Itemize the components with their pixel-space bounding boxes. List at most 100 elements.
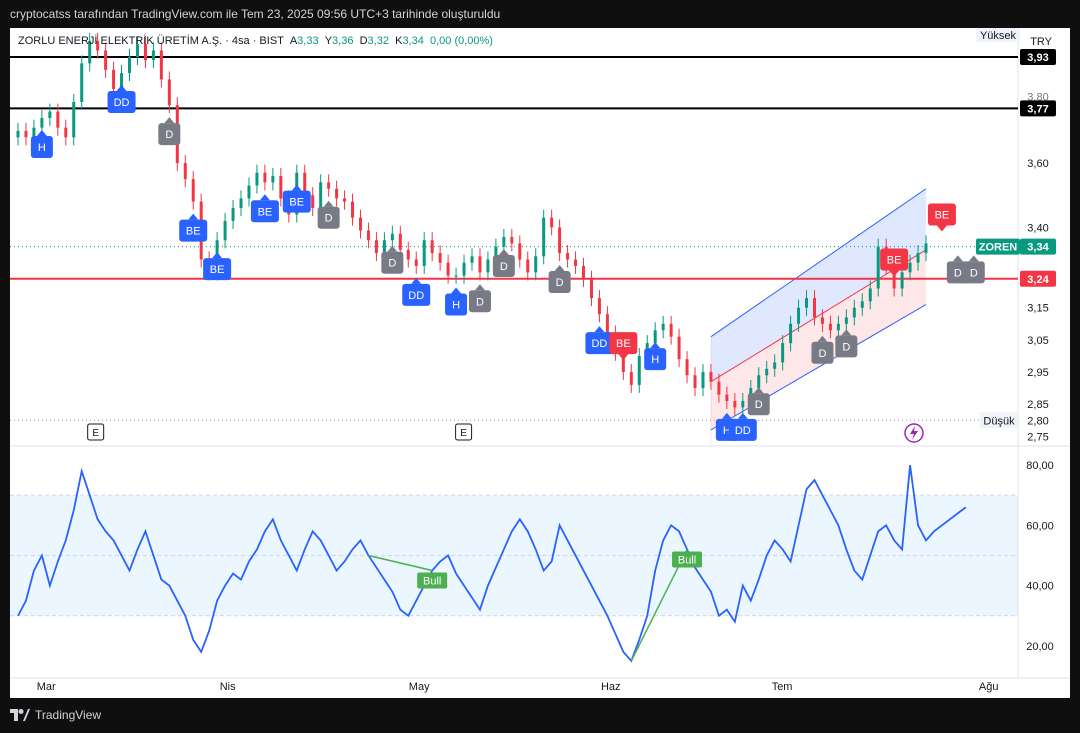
candle-body bbox=[374, 240, 378, 254]
candle-body bbox=[693, 375, 697, 389]
candle-body bbox=[351, 201, 355, 218]
chart-canvas[interactable]: 3,93 3,77 3,24 ZOREN 3,34 Düşük 2,80 Yüksek 3,60… bbox=[10, 28, 1070, 698]
candle-body bbox=[534, 256, 538, 273]
time-tick-4: Tem bbox=[772, 681, 793, 693]
candle-body bbox=[717, 381, 721, 395]
candle-body bbox=[828, 323, 832, 331]
candle-body bbox=[868, 288, 872, 302]
price-tick-0: 3,60 bbox=[1027, 158, 1048, 170]
candle-body bbox=[80, 63, 84, 102]
candle-body bbox=[486, 259, 490, 273]
high-value: 3,36 bbox=[332, 35, 354, 47]
brand-name: TradingView bbox=[35, 708, 102, 722]
candle-body bbox=[701, 372, 705, 389]
candle-body bbox=[151, 50, 155, 61]
candle-body bbox=[629, 372, 633, 385]
symbol-name: ZORLU ENERJİ ELEKTRİK ÜRETİM A.Ş. · 4sa … bbox=[18, 35, 284, 47]
chart-panel[interactable]: 3,93 3,77 3,24 ZOREN 3,34 Düşük 2,80 Yüksek 3,60… bbox=[10, 28, 1070, 698]
high-marker-tag: Yüksek bbox=[976, 28, 1020, 42]
close-value: 3,34 bbox=[402, 35, 424, 47]
signal-text: BE bbox=[210, 264, 225, 276]
candle-body bbox=[343, 198, 347, 202]
signal-d-13: D bbox=[548, 265, 571, 294]
candle-body bbox=[661, 323, 665, 331]
candle-body bbox=[16, 130, 20, 138]
time-tick-2: May bbox=[409, 681, 430, 693]
price-tick-1: 3,40 bbox=[1027, 222, 1048, 234]
candle-body bbox=[542, 217, 546, 257]
level-tag-text: 3,24 bbox=[1027, 274, 1049, 286]
candle-body bbox=[279, 175, 283, 199]
candle-body bbox=[327, 182, 331, 189]
signal-be-6: BE bbox=[282, 184, 311, 213]
last-price-tag: ZOREN 3,34 bbox=[976, 238, 1056, 255]
candle-body bbox=[669, 323, 673, 337]
candle-body bbox=[757, 375, 761, 389]
last-price-value: 3,34 bbox=[1027, 242, 1049, 254]
signal-text: D bbox=[842, 341, 850, 353]
candle-body bbox=[223, 220, 227, 241]
change-value: 0,00 (0,00%) bbox=[429, 35, 493, 47]
price-tick-4: 2,95 bbox=[1027, 367, 1048, 379]
bull-label-text: Bull bbox=[423, 576, 441, 588]
signal-be-23: BE bbox=[927, 203, 956, 232]
candle-body bbox=[335, 188, 339, 199]
candle-body bbox=[104, 50, 108, 70]
candle-body bbox=[311, 195, 315, 209]
candle-body bbox=[685, 359, 689, 376]
bull-label-text: Bull bbox=[678, 554, 696, 566]
signal-text: BE bbox=[887, 255, 902, 267]
currency-label[interactable]: TRY bbox=[1030, 36, 1052, 48]
low-marker-tag: Düşük 2,80 bbox=[980, 412, 1049, 429]
candle-body bbox=[709, 372, 713, 382]
footer-bar: TradingView bbox=[0, 698, 1080, 733]
candle-body bbox=[916, 253, 920, 263]
candle-body bbox=[876, 246, 880, 289]
candle-body bbox=[231, 208, 235, 221]
candle-body bbox=[366, 230, 370, 241]
candle-body bbox=[239, 198, 243, 209]
candle-body bbox=[72, 101, 76, 138]
candle-body bbox=[589, 278, 593, 299]
candle-body bbox=[167, 79, 171, 106]
candle-body bbox=[566, 253, 570, 260]
open-value: 3,33 bbox=[297, 35, 319, 47]
candle-body bbox=[820, 317, 824, 324]
signal-text: D bbox=[165, 129, 173, 141]
caption-text: cryptocatss tarafından TradingView.com i… bbox=[10, 7, 501, 21]
candle-body bbox=[112, 69, 116, 90]
candle-body bbox=[478, 256, 482, 273]
rsi-pane: 80,00 60,00 40,00 20,00 bbox=[10, 460, 1054, 663]
signal-be-15: BE bbox=[609, 332, 638, 361]
candle-body bbox=[406, 249, 410, 260]
time-tick-5: Ağu bbox=[979, 681, 999, 693]
candle-body bbox=[852, 307, 856, 318]
signal-text: D bbox=[556, 277, 564, 289]
candle-body bbox=[733, 400, 737, 408]
price-tick-2: 3,15 bbox=[1027, 303, 1048, 315]
signal-text: DD bbox=[591, 338, 607, 350]
last-price-symbol: ZOREN bbox=[979, 242, 1018, 254]
signal-text: BE bbox=[258, 206, 273, 218]
tradingview-logo[interactable]: TradingView bbox=[10, 708, 101, 722]
earnings-text: E bbox=[460, 428, 467, 439]
candle-body bbox=[255, 172, 259, 186]
signal-text: D bbox=[500, 261, 508, 273]
signal-dd-14: DD bbox=[585, 326, 614, 355]
candle-body bbox=[550, 217, 554, 228]
candle-body bbox=[390, 233, 394, 241]
rsi-tick-1: 60,00 bbox=[1026, 520, 1054, 532]
low-marker-label: Düşük bbox=[983, 415, 1015, 427]
candle-body bbox=[844, 317, 848, 324]
lightning-icon bbox=[904, 423, 924, 443]
signal-text: DD bbox=[735, 425, 751, 437]
candle-body bbox=[526, 259, 530, 273]
candle-body bbox=[128, 56, 132, 74]
rsi-tick-0: 80,00 bbox=[1026, 460, 1054, 472]
candle-body bbox=[64, 127, 68, 138]
high-marker-label: Yüksek bbox=[980, 30, 1017, 42]
candle-body bbox=[358, 217, 362, 231]
low-value: 3,32 bbox=[367, 35, 389, 47]
candle-body bbox=[40, 118, 44, 128]
candle-body bbox=[263, 172, 267, 183]
